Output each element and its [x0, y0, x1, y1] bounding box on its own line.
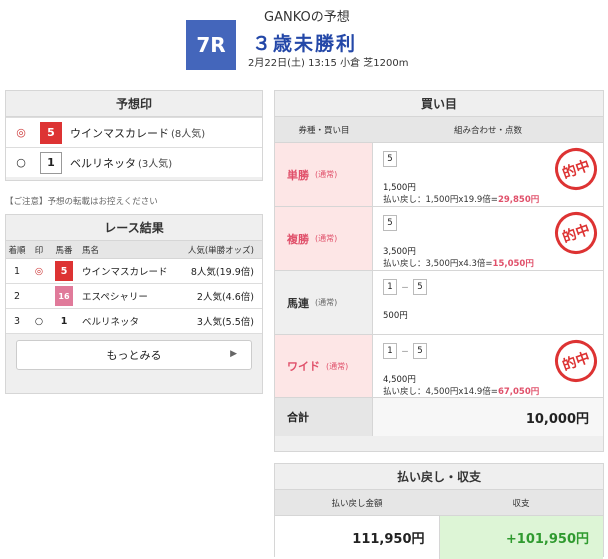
header-popularity: 人気(単勝オッズ) [187, 245, 254, 256]
horse-name: エスペシャリー [82, 292, 148, 303]
bet-type-label: 馬連 [287, 296, 309, 310]
combo-separator: － [401, 282, 409, 292]
prediction-row: ○ 1 ベルリネッタ (3人気) [6, 147, 262, 177]
header-number: 馬番 [55, 245, 73, 256]
horse-number: 1 [60, 315, 68, 327]
bet-row: 馬連 (通常) 1 － 5 500円 [275, 271, 603, 335]
double-circle-mark-icon: ◎ [16, 126, 26, 139]
horse-name: ウインマスカレード [70, 126, 169, 140]
horse-name: ウインマスカレード [82, 267, 168, 278]
header-combination: 組み合わせ・点数 [453, 125, 522, 136]
page-subtitle: GANKOの予想 [264, 10, 350, 25]
race-number-badge: 7R [186, 20, 236, 70]
prediction-title: 予想印 [6, 91, 262, 117]
horse-number: 16 [55, 286, 73, 306]
horse-name: ベルリネッタ [82, 317, 140, 328]
horse-name: ベルリネッタ [70, 156, 136, 170]
header-mark: 印 [34, 245, 44, 256]
horse-popularity: 8人気(19.9倍) [190, 267, 254, 278]
horse-popularity: (3人気) [138, 159, 173, 170]
results-header-row: 着順 印 馬番 馬名 人気(単勝オッズ) [6, 241, 262, 259]
horse-popularity: 3人気(5.5倍) [196, 317, 254, 328]
repost-notice: 【ご注意】予想の転載はお控えください [5, 197, 158, 207]
payout-line: 払い戻し：4,500円x14.9倍=67,050円 [383, 387, 540, 397]
table-row: 3 ○ 1 ベルリネッタ 3人気(5.5倍) [6, 309, 262, 334]
header-balance: 収支 [512, 498, 530, 509]
header-payout: 払い戻し金額 [331, 498, 383, 509]
double-circle-mark-icon: ◎ [34, 265, 44, 277]
bet-row: 複勝 (通常) 5 3,500円 払い戻し：3,500円x4.3倍=15,050… [275, 206, 603, 271]
combo-number: 1 [383, 279, 397, 295]
circle-mark-icon: ○ [34, 315, 44, 327]
combo-number: 5 [383, 151, 397, 167]
bet-amount: 4,500円 [383, 375, 416, 385]
combo-number: 5 [383, 215, 397, 231]
combo-separator: － [401, 346, 409, 356]
combo-number: 1 [383, 343, 397, 359]
rank: 2 [13, 290, 21, 302]
payout-total: 111,950円 [275, 516, 440, 559]
bets-panel: 買い目 券種・買い目 組み合わせ・点数 単勝 (通常) 5 1,500円 払い戻… [274, 90, 604, 452]
race-info: 2月22日(土) 13:15 小倉 芝1200m [248, 58, 409, 69]
results-panel: レース結果 着順 印 馬番 馬名 人気(単勝オッズ) 1 ◎ 5 ウインマスカレ… [5, 214, 263, 394]
bet-kind: (通常) [326, 361, 349, 371]
prediction-panel: 予想印 ◎ 5 ウインマスカレード (8人気) ○ 1 ベルリネッタ (3人気) [5, 90, 263, 181]
bet-row: 単勝 (通常) 5 1,500円 払い戻し：1,500円x19.9倍=29,85… [275, 142, 603, 207]
total-row: 合計 10,000円 [275, 398, 603, 436]
bet-kind: (通常) [315, 298, 338, 307]
header-bet-type: 券種・買い目 [298, 125, 350, 136]
header-rank: 着順 [8, 245, 26, 256]
balance-total: +101,950円 [439, 516, 603, 559]
payout-line: 払い戻し：3,500円x4.3倍=15,050円 [383, 259, 534, 269]
bet-kind: (通常) [315, 234, 338, 243]
total-label: 合計 [275, 398, 373, 436]
summary-panel: 払い戻し・収支 払い戻し金額 収支 111,950円 +101,950円 [274, 463, 604, 559]
horse-number: 5 [55, 261, 73, 281]
bet-amount: 3,500円 [383, 247, 416, 257]
show-more-label: もっとみる [106, 349, 162, 362]
horse-number: 5 [40, 121, 62, 144]
summary-header-row: 払い戻し金額 収支 [275, 490, 603, 516]
rank: 3 [13, 315, 21, 327]
bets-header-row: 券種・買い目 組み合わせ・点数 [275, 117, 603, 143]
combo-number: 5 [413, 279, 427, 295]
combo-number: 5 [413, 343, 427, 359]
prediction-row: ◎ 5 ウインマスカレード (8人気) [6, 117, 262, 147]
circle-mark-icon: ○ [16, 156, 26, 169]
summary-values-row: 111,950円 +101,950円 [275, 516, 603, 559]
race-name: ３歳未勝利 [252, 33, 358, 55]
show-more-button[interactable]: もっとみる ▶ [16, 340, 252, 370]
bet-type-label: ワイド [287, 360, 320, 373]
bet-type-label: 複勝 [287, 232, 309, 246]
bet-row: ワイド (通常) 1 － 5 4,500円 払い戻し：4,500円x14.9倍=… [275, 334, 603, 398]
bet-amount: 1,500円 [383, 183, 416, 193]
rank: 1 [13, 265, 21, 277]
table-row: 1 ◎ 5 ウインマスカレード 8人気(19.9倍) [6, 259, 262, 284]
table-row: 2 16 エスペシャリー 2人気(4.6倍) [6, 284, 262, 309]
bets-title: 買い目 [275, 91, 603, 117]
bet-amount: 500円 [383, 311, 408, 321]
horse-number: 1 [40, 151, 62, 174]
header-name: 馬名 [82, 245, 100, 256]
results-title: レース結果 [6, 215, 262, 241]
summary-title: 払い戻し・収支 [275, 464, 603, 490]
bet-type-label: 単勝 [287, 168, 309, 182]
total-value: 10,000円 [373, 398, 603, 436]
payout-line: 払い戻し：1,500円x19.9倍=29,850円 [383, 195, 540, 205]
horse-popularity: (8人気) [171, 129, 206, 140]
chevron-right-icon: ▶ [230, 349, 237, 359]
horse-popularity: 2人気(4.6倍) [196, 292, 254, 303]
bet-kind: (通常) [315, 170, 338, 179]
